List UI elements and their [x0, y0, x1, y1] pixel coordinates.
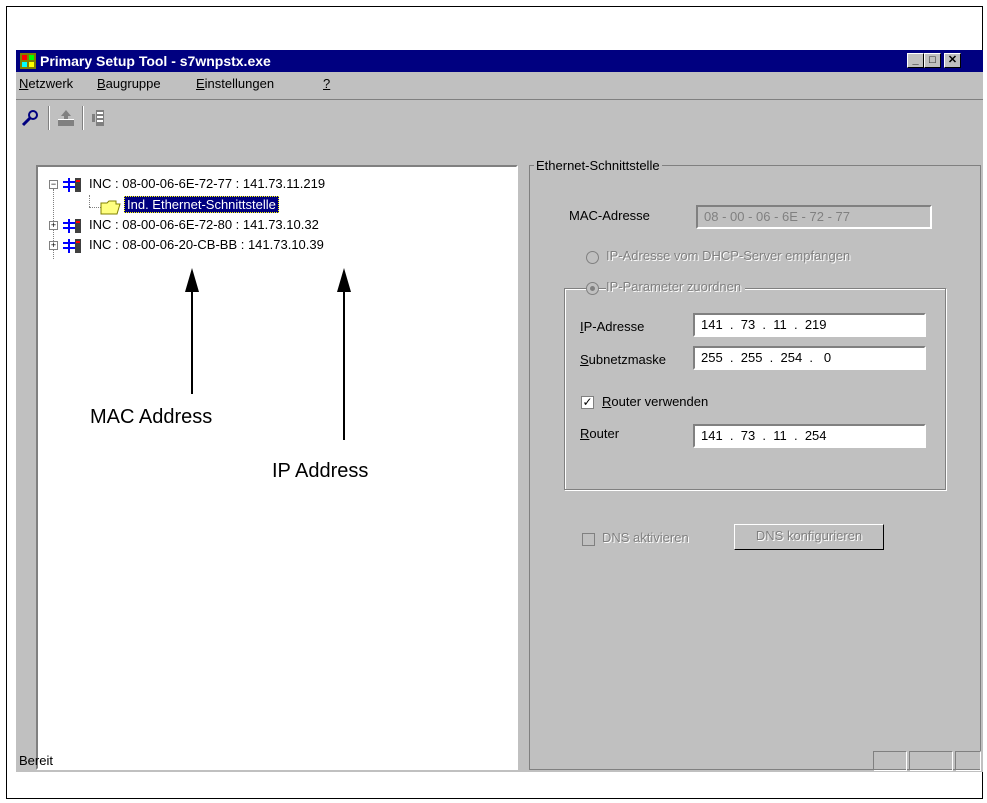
maximize-button[interactable]: □	[924, 53, 941, 68]
menu-netzwerk[interactable]: Netzwerk	[19, 76, 73, 91]
toolbar	[16, 99, 983, 134]
router-label: Router	[580, 426, 620, 441]
properties-panel: Ethernet-Schnittstelle MAC-Adresse 08 - …	[529, 158, 981, 770]
mac-annotation-label: MAC Address	[90, 406, 213, 428]
network-node-icon	[63, 239, 81, 253]
ip-address-label: IP-Adresse	[580, 319, 645, 334]
subnet-mask-field[interactable]: 255 . 255 . 254 . 0	[693, 346, 926, 370]
tree-item-device-1[interactable]: INC : 08-00-06-6E-72-77 : 141.73.11.219	[89, 176, 325, 191]
router-checkbox-label: Router verwenden	[602, 394, 709, 409]
app-icon	[20, 53, 36, 69]
title-bar[interactable]: Primary Setup Tool - s7wnpstx.exe _ □ ✕	[16, 50, 983, 72]
dhcp-radio	[586, 251, 599, 264]
ip-assign-radio	[586, 282, 599, 295]
dns-checkbox	[582, 533, 595, 546]
radio-dot	[590, 286, 595, 291]
close-button[interactable]: ✕	[944, 53, 961, 68]
router-checkbox[interactable]: ✓	[581, 396, 594, 409]
download-module-icon[interactable]	[90, 108, 110, 128]
tree-item-device-2[interactable]: INC : 08-00-06-6E-72-80 : 141.73.10.32	[89, 217, 319, 232]
menu-help[interactable]: ?	[323, 76, 330, 91]
dns-checkbox-label: DNS aktivieren	[602, 530, 689, 545]
mac-address-field: 08 - 00 - 06 - 6E - 72 - 77	[696, 205, 932, 229]
menu-baugruppe[interactable]: Baugruppe	[97, 76, 161, 91]
status-text: Bereit	[19, 753, 53, 768]
tree-item-device-3[interactable]: INC : 08-00-06-20-CB-BB : 141.73.10.39	[89, 237, 324, 252]
mac-annotation-arrow	[185, 268, 199, 394]
status-panel	[873, 751, 907, 771]
network-node-icon	[63, 219, 81, 233]
tree-item-ethernet-interface[interactable]: Ind. Ethernet-Schnittstelle	[124, 196, 279, 213]
ethernet-group-title: Ethernet-Schnittstelle	[534, 158, 662, 173]
subnet-mask-label: Subnetzmaske	[580, 352, 666, 367]
minimize-button[interactable]: _	[907, 53, 924, 68]
selected-tree-label[interactable]: Ind. Ethernet-Schnittstelle	[124, 196, 279, 213]
ip-annotation-label: IP Address	[272, 460, 369, 482]
network-node-icon	[63, 178, 81, 192]
status-bar: Bereit	[16, 748, 983, 772]
status-panel	[955, 751, 981, 771]
menu-einstellungen[interactable]: Einstellungen	[196, 76, 274, 91]
tree-collapse-toggle[interactable]: −	[49, 180, 58, 189]
toolbar-separator	[82, 106, 84, 130]
ip-assign-radio-label: IP-Parameter zuordnen	[606, 279, 746, 294]
ip-annotation-arrow	[337, 268, 351, 440]
dhcp-radio-label: IP-Adresse vom DHCP-Server empfangen	[606, 248, 851, 263]
menu-bar: Netzwerk Baugruppe Einstellungen ?	[16, 73, 983, 95]
browse-network-icon[interactable]	[20, 108, 40, 128]
tree-expand-toggle[interactable]: +	[49, 241, 58, 250]
tree-expand-toggle[interactable]: +	[49, 221, 58, 230]
tree-line	[89, 195, 90, 207]
upload-module-icon[interactable]	[56, 108, 76, 128]
mac-address-label: MAC-Adresse	[569, 208, 650, 223]
router-field[interactable]: 141 . 73 . 11 . 254	[693, 424, 926, 448]
folder-icon	[100, 200, 121, 215]
dns-configure-button: DNS konfigurieren	[734, 524, 884, 550]
ip-address-field[interactable]: 141 . 73 . 11 . 219	[693, 313, 926, 337]
toolbar-separator	[48, 106, 50, 130]
window-title: Primary Setup Tool - s7wnpstx.exe	[40, 53, 271, 69]
status-panel	[909, 751, 953, 771]
